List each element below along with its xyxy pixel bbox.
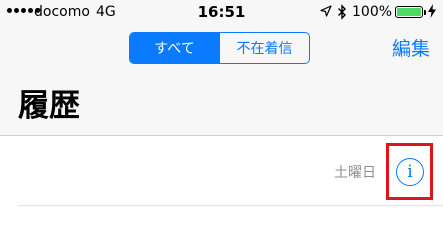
row-separator <box>18 205 443 206</box>
page-title: 履歴 <box>18 88 80 124</box>
call-history-row[interactable] <box>0 136 443 213</box>
battery-icon <box>395 6 423 18</box>
highlight-box <box>386 143 433 200</box>
location-arrow-icon <box>320 5 332 17</box>
battery-percent: 100% <box>352 4 393 20</box>
battery-cap <box>424 10 426 15</box>
bluetooth-icon <box>338 4 346 20</box>
charging-bolt-icon <box>428 4 436 18</box>
call-filter-segmented-control: すべて 不在着信 <box>129 32 310 64</box>
edit-button[interactable]: 編集 <box>392 34 430 61</box>
segment-missed[interactable]: 不在着信 <box>219 33 309 63</box>
call-day-label: 土曜日 <box>334 165 376 181</box>
status-bar: docomo 4G 16:51 100% <box>0 0 443 28</box>
segment-all[interactable]: すべて <box>130 33 219 63</box>
battery-level-fill <box>397 8 421 16</box>
